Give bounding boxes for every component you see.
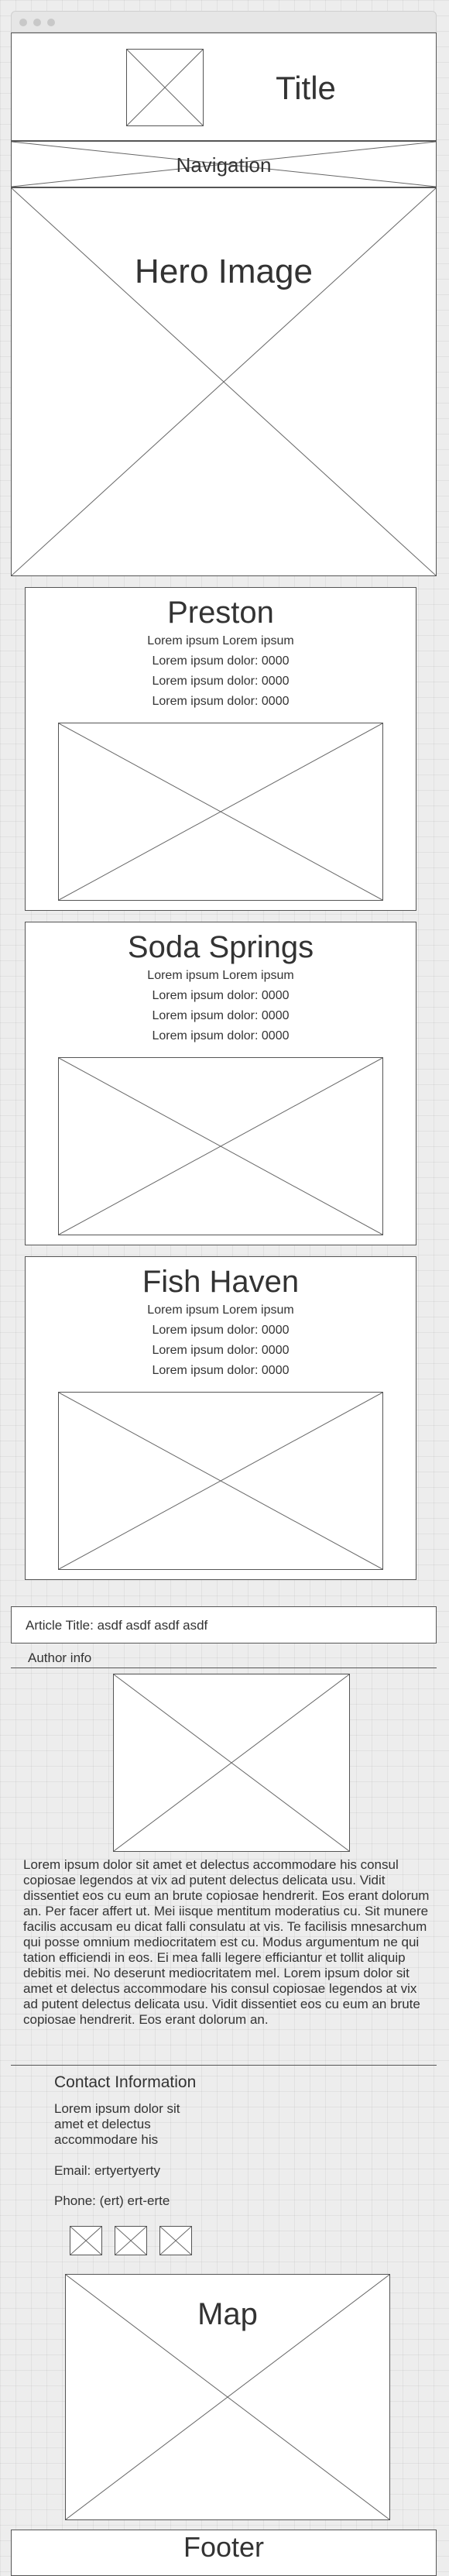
hero-image: Hero Image bbox=[11, 187, 437, 576]
contact-email[interactable]: Email: ertyertyerty bbox=[54, 2163, 160, 2179]
card-image bbox=[58, 723, 383, 901]
browser-title-bar bbox=[11, 11, 437, 33]
card-image bbox=[58, 1392, 383, 1570]
card-subtitle: Lorem ipsum Lorem ipsum bbox=[147, 969, 294, 982]
window-minimize-dot[interactable] bbox=[33, 19, 41, 26]
card-detail-row: Lorem ipsum dolor: 0000 bbox=[152, 1324, 290, 1337]
card-detail-row: Lorem ipsum dolor: 0000 bbox=[152, 695, 290, 708]
map-placeholder[interactable]: Map bbox=[65, 2274, 390, 2520]
footer-label: Footer bbox=[183, 2531, 265, 2563]
map-label: Map bbox=[197, 2297, 258, 2331]
author-info: Author info bbox=[28, 1650, 92, 1665]
contact-divider bbox=[11, 2065, 437, 2066]
window-maximize-dot[interactable] bbox=[47, 19, 55, 26]
card-title: Preston bbox=[167, 596, 274, 630]
logo-placeholder[interactable] bbox=[126, 49, 204, 126]
card-detail-row: Lorem ipsum dolor: 0000 bbox=[152, 654, 290, 668]
site-footer: Footer bbox=[11, 2530, 437, 2576]
contact-address: Lorem ipsum dolor sit amet et delectus a… bbox=[54, 2101, 180, 2147]
article-image bbox=[113, 1674, 350, 1852]
card-detail-row: Lorem ipsum dolor: 0000 bbox=[152, 675, 290, 688]
card-detail-row: Lorem ipsum dolor: 0000 bbox=[152, 1344, 290, 1357]
page-frame: Title Navigation Hero Image Preston Lore… bbox=[0, 0, 449, 2576]
article-body: Lorem ipsum dolor sit amet et delectus a… bbox=[23, 1857, 430, 2027]
navigation-label: Navigation bbox=[176, 153, 272, 177]
navigation-bar[interactable]: Navigation bbox=[11, 141, 437, 187]
town-card-soda-springs: Soda Springs Lorem ipsum Lorem ipsum Lor… bbox=[25, 922, 416, 1245]
article-title: Article Title: asdf asdf asdf asdf bbox=[26, 1618, 208, 1633]
social-icon[interactable] bbox=[159, 2226, 192, 2255]
site-title: Title bbox=[276, 70, 336, 106]
site-header: Title bbox=[11, 33, 437, 141]
town-card-fish-haven: Fish Haven Lorem ipsum Lorem ipsum Lorem… bbox=[25, 1256, 416, 1580]
card-image bbox=[58, 1057, 383, 1235]
card-subtitle: Lorem ipsum Lorem ipsum bbox=[147, 1303, 294, 1317]
card-detail-row: Lorem ipsum dolor: 0000 bbox=[152, 989, 290, 1002]
social-icon[interactable] bbox=[115, 2226, 147, 2255]
contact-phone[interactable]: Phone: (ert) ert-erte bbox=[54, 2193, 170, 2209]
card-subtitle: Lorem ipsum Lorem ipsum bbox=[147, 634, 294, 647]
card-detail-row: Lorem ipsum dolor: 0000 bbox=[152, 1364, 290, 1377]
hero-label: Hero Image bbox=[135, 252, 313, 290]
card-detail-row: Lorem ipsum dolor: 0000 bbox=[152, 1029, 290, 1042]
article-title-box: Article Title: asdf asdf asdf asdf bbox=[11, 1606, 437, 1643]
town-card-preston: Preston Lorem ipsum Lorem ipsum Lorem ip… bbox=[25, 587, 416, 911]
window-close-dot[interactable] bbox=[19, 19, 27, 26]
social-icon[interactable] bbox=[70, 2226, 102, 2255]
card-title: Soda Springs bbox=[127, 930, 314, 964]
card-detail-row: Lorem ipsum dolor: 0000 bbox=[152, 1009, 290, 1022]
card-title: Fish Haven bbox=[142, 1265, 300, 1299]
contact-heading: Contact Information bbox=[54, 2073, 197, 2091]
